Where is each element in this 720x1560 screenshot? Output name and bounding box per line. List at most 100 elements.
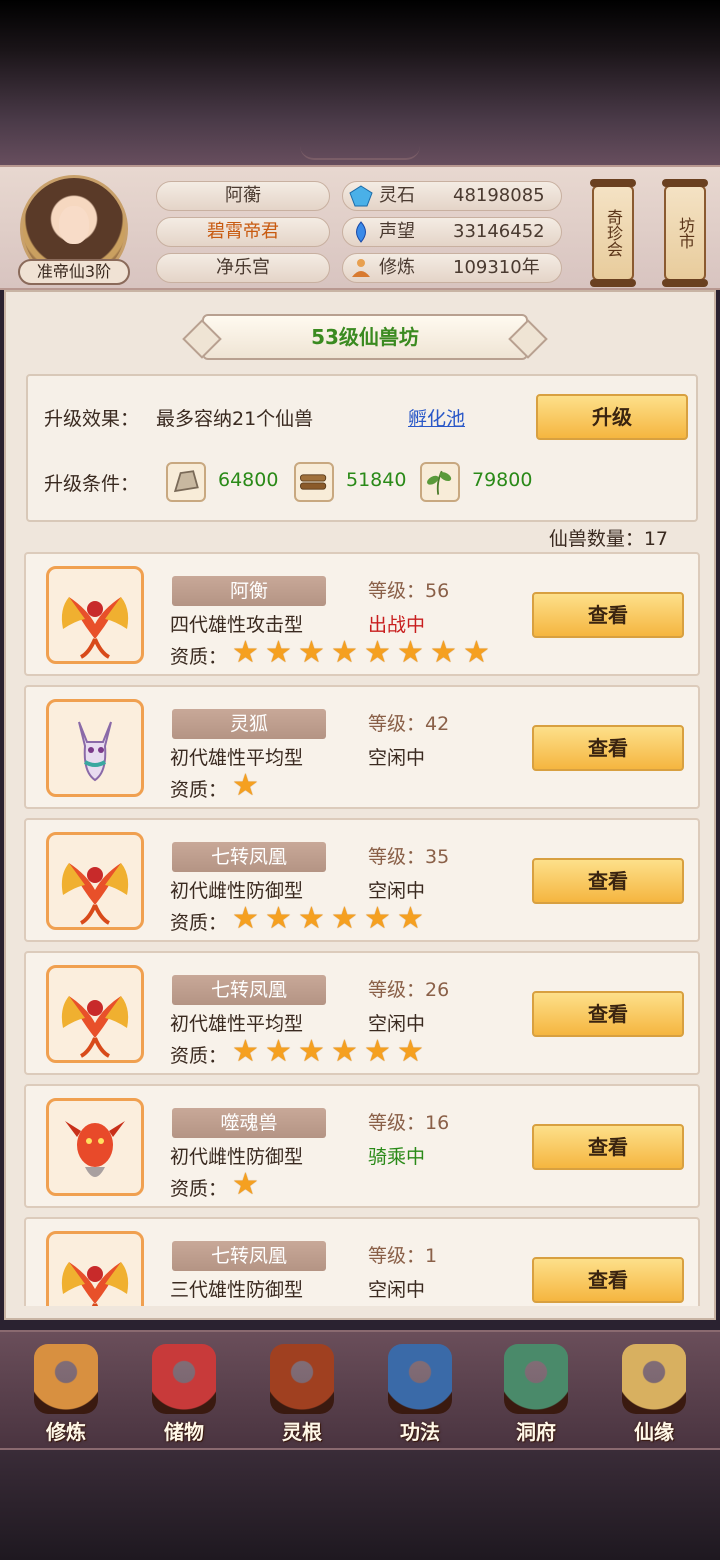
nav-item-0[interactable]: 修炼	[16, 1340, 116, 1444]
upgrade-effect-text: 最多容纳21个仙兽	[156, 408, 314, 430]
beast-status: 空闲中	[368, 880, 426, 902]
quality-label: 资质：	[170, 646, 228, 668]
view-button[interactable]: 查看	[532, 592, 684, 638]
player-title: 碧霄帝君	[156, 217, 330, 247]
star-icon: ★	[232, 635, 259, 670]
nav-label: 仙缘	[634, 1420, 674, 1444]
treasure-auction-button[interactable]: 奇珍会	[590, 179, 636, 287]
beast-name: 七转凤凰	[172, 975, 326, 1005]
beast-level: 等级：42	[368, 713, 450, 735]
beast-name: 噬魂兽	[172, 1108, 326, 1138]
panel-title: 53级仙兽坊	[202, 314, 528, 360]
nav-item-2[interactable]: 灵根	[252, 1340, 352, 1444]
cultivation-icon	[352, 259, 370, 277]
hatch-pool-link[interactable]: 孵化池	[408, 404, 465, 431]
reputation-icon	[356, 221, 366, 243]
nav-label: 储物	[164, 1420, 204, 1444]
beast-level: 等级：56	[368, 580, 450, 602]
view-button[interactable]: 查看	[532, 991, 684, 1037]
beast-type: 初代雌性防御型	[170, 880, 304, 902]
wood-material-icon	[294, 462, 334, 502]
view-button[interactable]: 查看	[532, 858, 684, 904]
nav-label: 灵根	[282, 1420, 322, 1444]
cultivate-icon	[34, 1344, 98, 1414]
beast-level: 等级：26	[368, 979, 450, 1001]
quality-stars: ★	[232, 1170, 263, 1200]
view-button[interactable]: 查看	[532, 1257, 684, 1303]
nav-item-4[interactable]: 洞府	[486, 1340, 586, 1444]
nav-label: 修炼	[46, 1420, 86, 1444]
view-button[interactable]: 查看	[532, 1124, 684, 1170]
star-icon: ★	[430, 635, 457, 670]
beast-card: 灵狐 初代雄性平均型 等级：42 空闲中 资质： ★ 查看	[24, 685, 700, 809]
star-icon: ★	[463, 635, 490, 670]
upgrade-button[interactable]: 升级	[536, 394, 688, 440]
star-icon: ★	[331, 635, 358, 670]
material-value: 64800	[218, 469, 279, 491]
phoenix-icon[interactable]	[46, 965, 144, 1063]
material-value: 51840	[346, 469, 407, 491]
player-name: 阿蘅	[156, 181, 330, 211]
stone-material-icon	[166, 462, 206, 502]
beast-status: 空闲中	[368, 1279, 426, 1301]
market-button[interactable]: 坊市	[662, 179, 708, 287]
star-icon: ★	[232, 768, 259, 803]
spirit-root-icon	[270, 1344, 334, 1414]
quality-stars: ★ ★ ★ ★ ★ ★ ★ ★	[232, 638, 494, 668]
upgrade-box: 升级效果： 最多容纳21个仙兽 孵化池 升级 升级条件： 64800 51840…	[26, 374, 698, 522]
upgrade-cond-label: 升级条件：	[44, 473, 140, 495]
beast-card: 噬魂兽 初代雌性防御型 等级：16 骑乘中 资质： ★ 查看	[24, 1084, 700, 1208]
star-icon: ★	[331, 1034, 358, 1069]
beast-status: 空闲中	[368, 1013, 426, 1035]
star-icon: ★	[232, 901, 259, 936]
beast-level: 等级：35	[368, 846, 450, 868]
phoenix-icon[interactable]	[46, 1231, 144, 1306]
beast-status: 空闲中	[368, 747, 426, 769]
quality-label: 资质：	[170, 779, 228, 801]
resource-label: 修炼	[379, 257, 415, 278]
beast-card: 七转凤凰 初代雌性防御型 等级：35 空闲中 资质： ★ ★ ★ ★ ★ ★ 查看	[24, 818, 700, 942]
view-button[interactable]: 查看	[532, 725, 684, 771]
star-icon: ★	[232, 1167, 259, 1202]
ornament-divider	[300, 146, 420, 160]
nav-item-5[interactable]: 仙缘	[604, 1340, 704, 1444]
beast-type: 四代雄性攻击型	[170, 614, 304, 636]
beast-name: 阿衡	[172, 576, 326, 606]
beast-card: 阿衡 四代雄性攻击型 等级：56 出战中 资质： ★ ★ ★ ★ ★ ★ ★ ★ 查看	[24, 552, 700, 676]
fox-icon[interactable]	[46, 699, 144, 797]
resource-value: 109310年	[453, 257, 540, 278]
beast-card: 七转凤凰 三代雄性防御型 等级：1 空闲中 资质： 查看	[24, 1217, 700, 1306]
beast-level: 等级：16	[368, 1112, 450, 1134]
quality-label: 资质：	[170, 1045, 228, 1067]
star-icon: ★	[331, 901, 358, 936]
phoenix-icon[interactable]	[46, 566, 144, 664]
avatar-face	[59, 206, 89, 244]
quality-stars: ★ ★ ★ ★ ★ ★	[232, 904, 428, 934]
nav-item-3[interactable]: 功法	[370, 1340, 470, 1444]
beast-level: 等级：1	[368, 1245, 438, 1267]
top-status-area	[0, 0, 720, 170]
star-icon: ★	[232, 1034, 259, 1069]
quality-stars: ★	[232, 771, 263, 801]
player-header: 准帝仙3阶 阿蘅 碧霄帝君 净乐宫 灵石 48198085 声望 3314645…	[0, 165, 720, 290]
beast-type: 初代雄性平均型	[170, 747, 304, 769]
upgrade-effect-label: 升级效果：	[44, 408, 140, 430]
resource-spirit-stone: 灵石 48198085	[342, 181, 562, 211]
bottom-nav: 修炼 储物 灵根 功法 洞府 仙缘	[0, 1330, 720, 1450]
beast-name: 七转凤凰	[172, 842, 326, 872]
phoenix-icon[interactable]	[46, 832, 144, 930]
star-icon: ★	[265, 1034, 292, 1069]
beast-list[interactable]: 阿衡 四代雄性攻击型 等级：56 出战中 资质： ★ ★ ★ ★ ★ ★ ★ ★ 查看 灵狐 …	[24, 552, 700, 1306]
star-icon: ★	[298, 635, 325, 670]
nav-item-1[interactable]: 储物	[134, 1340, 234, 1444]
soul-beast-icon[interactable]	[46, 1098, 144, 1196]
star-icon: ★	[298, 1034, 325, 1069]
beast-name: 七转凤凰	[172, 1241, 326, 1271]
nav-label: 洞府	[516, 1420, 556, 1444]
beast-card: 七转凤凰 初代雄性平均型 等级：26 空闲中 资质： ★ ★ ★ ★ ★ ★ 查看	[24, 951, 700, 1075]
beast-status: 骑乘中	[368, 1146, 426, 1168]
star-icon: ★	[364, 1034, 391, 1069]
resource-label: 声望	[379, 221, 415, 242]
storage-bag-icon	[152, 1344, 216, 1414]
star-icon: ★	[364, 635, 391, 670]
